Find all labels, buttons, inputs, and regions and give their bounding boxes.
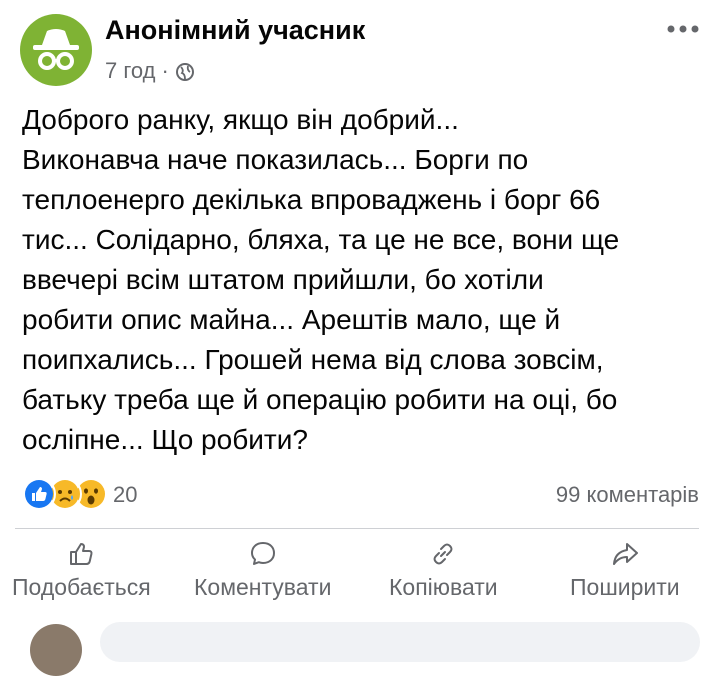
copy-button[interactable]: Копіювати (389, 540, 498, 601)
reaction-count[interactable]: 20 (113, 482, 137, 508)
comment-label: Коментувати (194, 574, 332, 600)
comment-input[interactable] (100, 622, 700, 662)
post-line: теплоенерго декілька впроваджень і борг … (22, 184, 601, 215)
more-dots-icon (667, 25, 699, 33)
post-line: тис... Солідарно, бляха, та це не все, в… (22, 224, 620, 255)
post-line: поипхались... Грошей нема від слова зовс… (22, 344, 604, 375)
comment-icon (250, 542, 275, 565)
post-line: ввечері всім штатом прийшли, бо хотіли (22, 264, 544, 295)
like-button[interactable]: Подобається (12, 540, 151, 601)
actions-divider (15, 528, 699, 529)
post-line: батьку треба ще й операцію робити на оці… (22, 384, 618, 415)
post-meta: 7 год · (105, 58, 195, 84)
post-body: Доброго ранку, якщо він добрий... Викона… (22, 100, 712, 460)
anonymous-avatar[interactable] (20, 14, 92, 86)
post-time[interactable]: 7 год (105, 58, 155, 84)
post-line: Доброго ранку, якщо він добрий... (22, 104, 459, 135)
reactions-summary[interactable] (22, 477, 108, 511)
copy-label: Копіювати (389, 574, 498, 600)
meta-separator: · (161, 58, 169, 83)
post-line: робити опис майна... Арештів мало, ще й (22, 304, 561, 335)
author-name[interactable]: Анонімний учасник (105, 15, 365, 46)
share-label: Поширити (570, 574, 680, 600)
thumbs-up-icon (70, 543, 93, 565)
share-arrow-icon (612, 543, 638, 565)
share-button[interactable]: Поширити (570, 540, 680, 601)
link-icon (433, 543, 453, 565)
comment-button[interactable]: Коментувати (194, 540, 331, 601)
globe-icon (175, 63, 194, 81)
post-line: Виконавча наче показилась... Борги по (22, 144, 529, 175)
post-line: осліпне... Що робити? (22, 424, 308, 455)
anonymous-incognito-icon (33, 29, 79, 70)
comment-count[interactable]: 99 коментарів (556, 482, 699, 508)
like-icon (22, 477, 56, 511)
like-label: Подобається (12, 574, 151, 600)
more-options-button[interactable] (665, 22, 701, 36)
